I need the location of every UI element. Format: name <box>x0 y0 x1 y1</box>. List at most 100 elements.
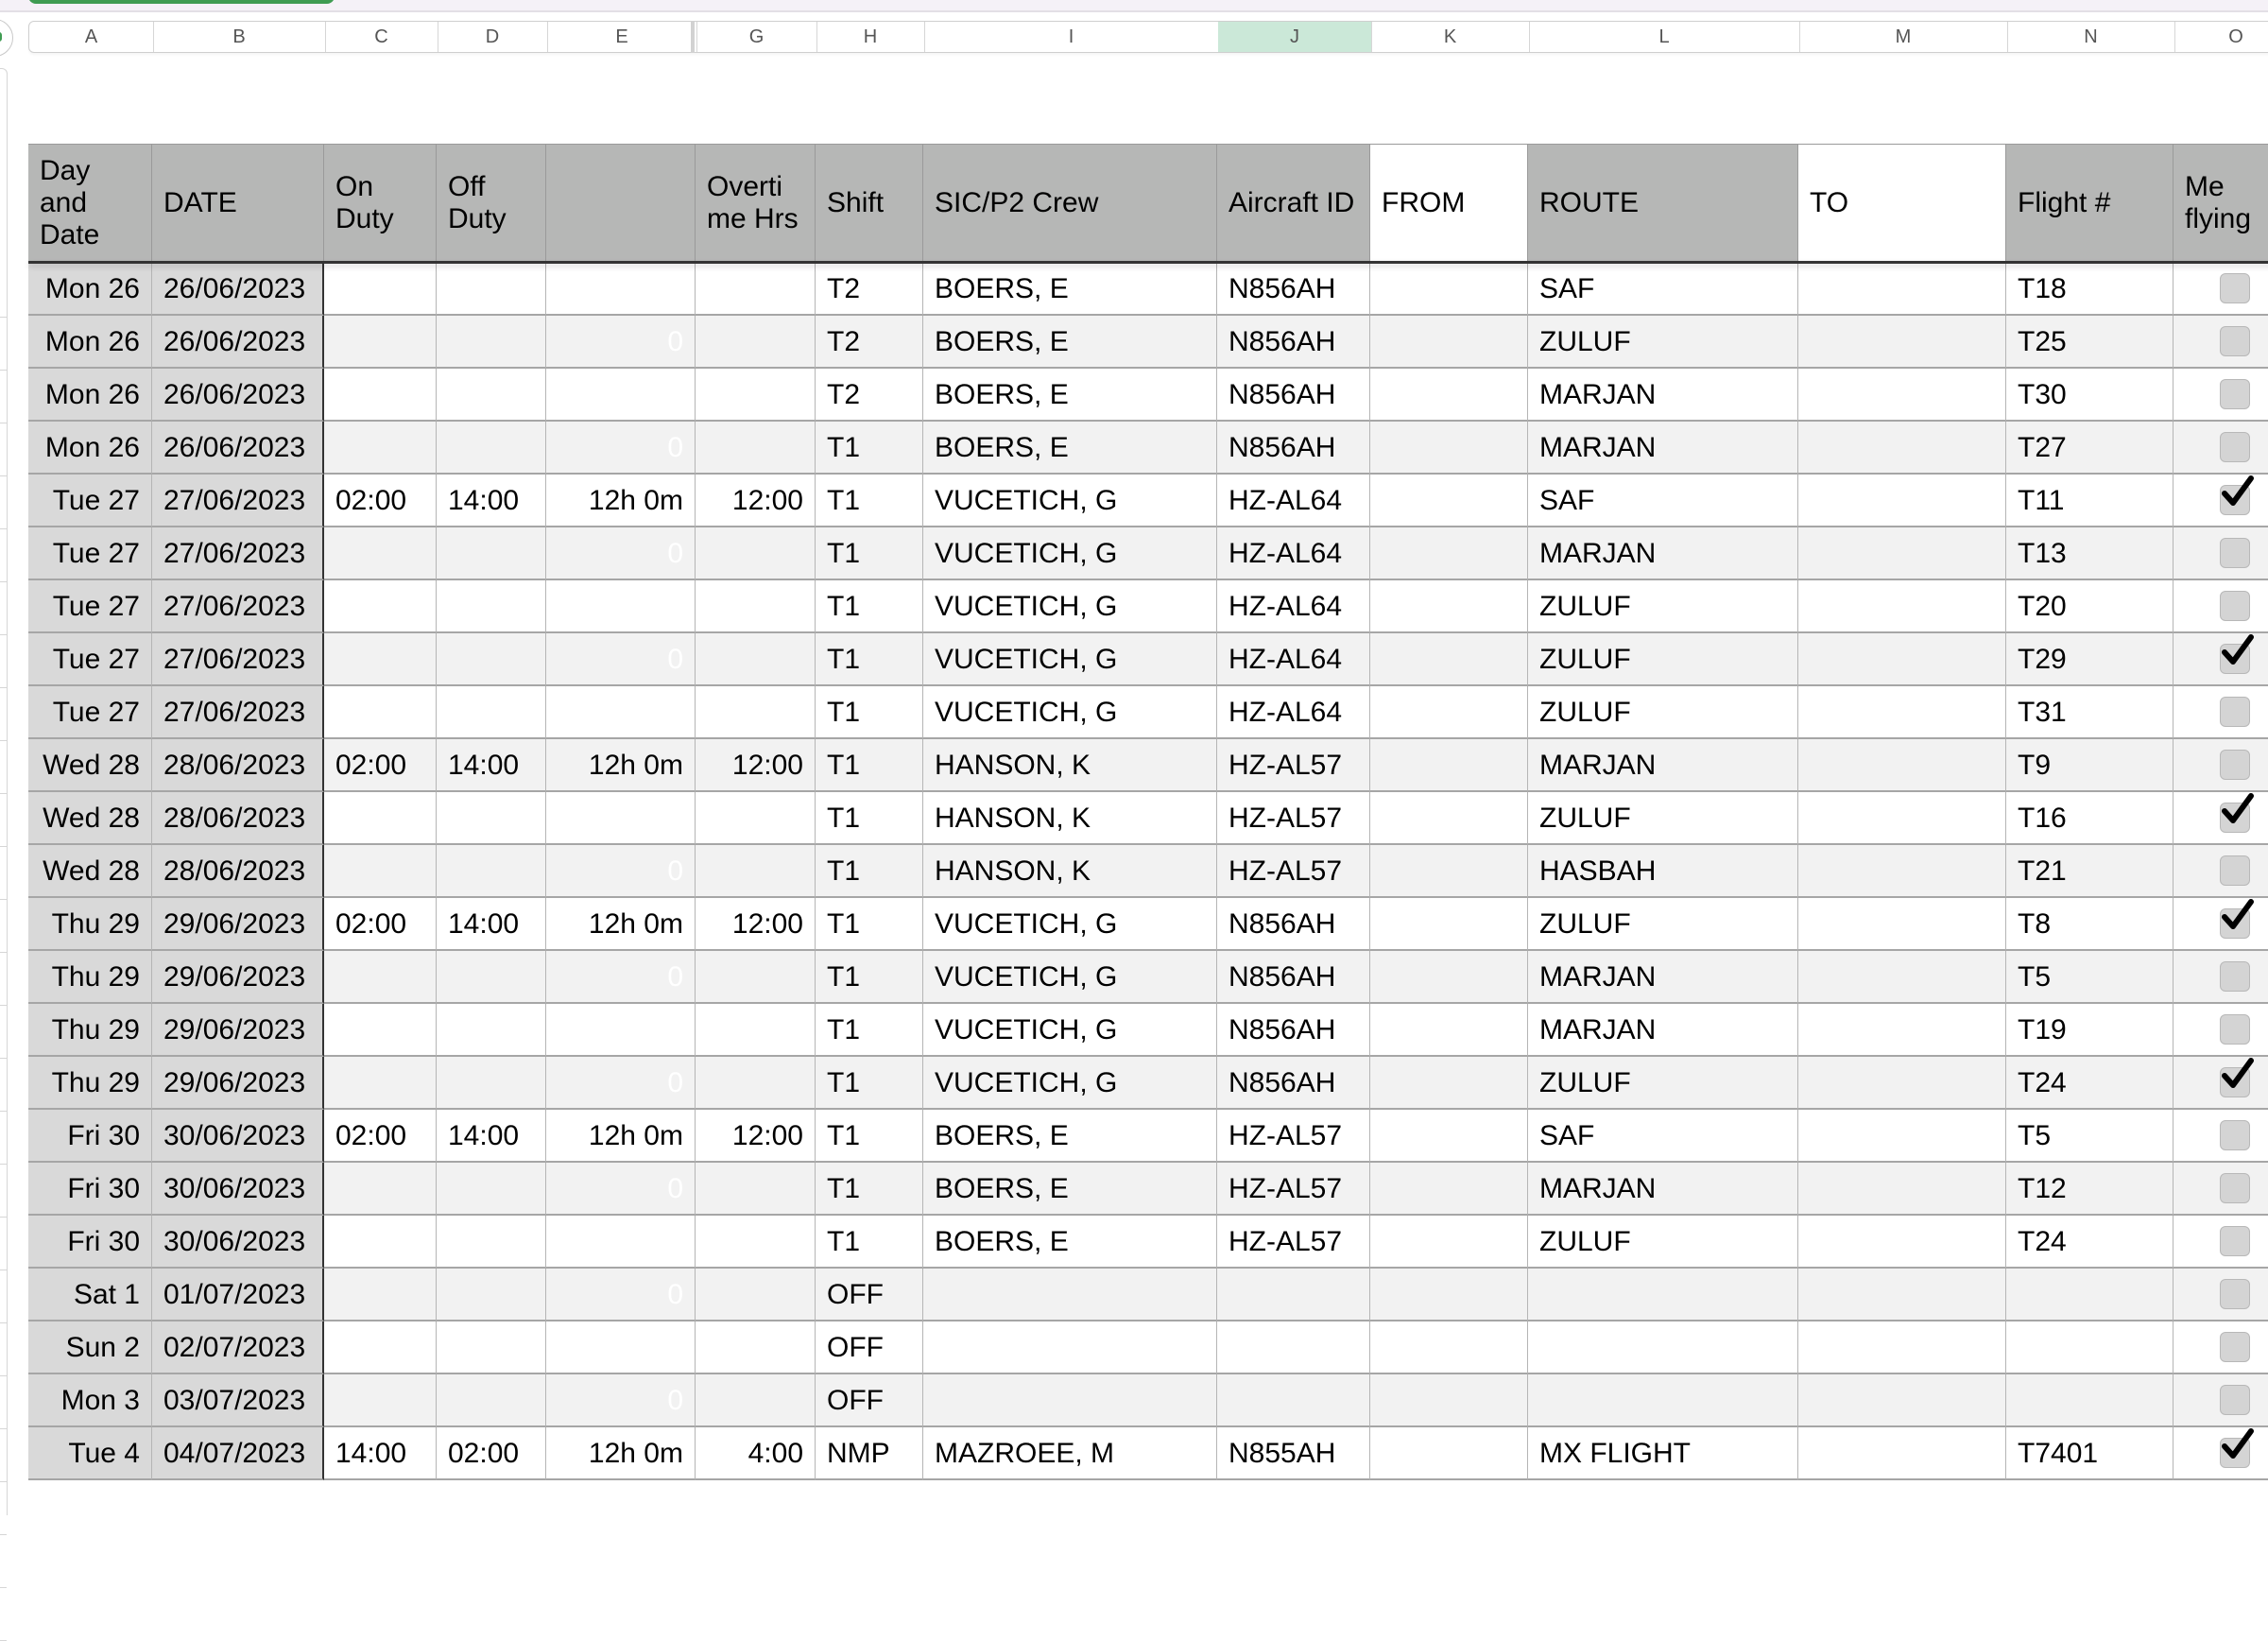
cell-off[interactable]: 14:00 <box>437 898 546 951</box>
cell-shift[interactable]: T1 <box>816 898 923 951</box>
header-h[interactable]: Shift <box>816 144 923 261</box>
cell-me-flying[interactable] <box>2174 475 2268 527</box>
header-b[interactable]: DATE <box>152 144 324 261</box>
cell-me-flying[interactable] <box>2174 369 2268 422</box>
cell-shift[interactable]: T1 <box>816 1004 923 1057</box>
cell-off[interactable] <box>437 633 546 686</box>
cell-route[interactable]: ZULUF <box>1528 792 1798 845</box>
cell-shift[interactable]: T1 <box>816 1057 923 1110</box>
active-sheet-tab[interactable] <box>28 0 335 4</box>
cell-aircraft[interactable]: N856AH <box>1217 1004 1370 1057</box>
cell-on[interactable] <box>324 316 437 369</box>
cell-aircraft[interactable]: N855AH <box>1217 1427 1370 1480</box>
me-flying-checkbox[interactable] <box>2219 634 2254 674</box>
cell-off[interactable] <box>437 316 546 369</box>
column-letter-d[interactable]: D <box>438 22 548 52</box>
me-flying-checkbox[interactable] <box>2219 697 2250 727</box>
cell-me-flying[interactable] <box>2174 1216 2268 1269</box>
cell-to[interactable] <box>1798 1163 2006 1216</box>
cell-ot[interactable] <box>696 527 816 580</box>
cell-flight[interactable] <box>2006 1321 2174 1374</box>
cell-dur[interactable] <box>546 792 696 845</box>
me-flying-checkbox[interactable] <box>2219 1226 2250 1256</box>
cell-aircraft[interactable]: HZ-AL57 <box>1217 1163 1370 1216</box>
cell-aircraft[interactable]: N856AH <box>1217 951 1370 1004</box>
cell-route[interactable]: MARJAN <box>1528 1004 1798 1057</box>
header-j[interactable]: Aircraft ID <box>1217 144 1370 261</box>
cell-off[interactable] <box>437 1216 546 1269</box>
freeze-line[interactable] <box>28 261 2268 264</box>
cell-ot[interactable] <box>696 633 816 686</box>
cell-shift[interactable]: T1 <box>816 633 923 686</box>
cell-dur[interactable] <box>546 580 696 633</box>
cell-day[interactable]: Mon 26 <box>28 422 152 475</box>
cell-flight[interactable] <box>2006 1374 2174 1427</box>
cell-day[interactable]: Tue 27 <box>28 686 152 739</box>
cell-to[interactable] <box>1798 1269 2006 1321</box>
cell-to[interactable] <box>1798 527 2006 580</box>
cell-aircraft[interactable] <box>1217 1374 1370 1427</box>
cell-aircraft[interactable]: N856AH <box>1217 1057 1370 1110</box>
cell-dur[interactable]: 0 <box>546 845 696 898</box>
cell-me-flying[interactable] <box>2174 633 2268 686</box>
cell-on[interactable] <box>324 951 437 1004</box>
cell-day[interactable]: Sat 1 <box>28 1269 152 1321</box>
cell-aircraft[interactable]: HZ-AL57 <box>1217 792 1370 845</box>
cell-on[interactable] <box>324 1057 437 1110</box>
cell-date[interactable]: 30/06/2023 <box>152 1163 324 1216</box>
cell-off[interactable] <box>437 845 546 898</box>
me-flying-checkbox[interactable] <box>2219 1279 2250 1309</box>
cell-aircraft[interactable]: N856AH <box>1217 316 1370 369</box>
cell-route[interactable]: HASBAH <box>1528 845 1798 898</box>
cell-off[interactable] <box>437 422 546 475</box>
cell-crew[interactable] <box>923 1321 1217 1374</box>
cell-ot[interactable]: 12:00 <box>696 1110 816 1163</box>
cell-on[interactable] <box>324 1163 437 1216</box>
cell-off[interactable] <box>437 1163 546 1216</box>
cell-off[interactable] <box>437 263 546 316</box>
cell-dur[interactable]: 12h 0m <box>546 475 696 527</box>
cell-aircraft[interactable]: HZ-AL57 <box>1217 1110 1370 1163</box>
cell-me-flying[interactable] <box>2174 1374 2268 1427</box>
cell-from[interactable] <box>1370 845 1528 898</box>
cell-ot[interactable] <box>696 1057 816 1110</box>
cell-on[interactable] <box>324 369 437 422</box>
cell-day[interactable]: Mon 26 <box>28 369 152 422</box>
cell-crew[interactable]: BOERS, E <box>923 1163 1217 1216</box>
cell-date[interactable]: 27/06/2023 <box>152 686 324 739</box>
cell-crew[interactable]: VUCETICH, G <box>923 475 1217 527</box>
cell-on[interactable]: 02:00 <box>324 475 437 527</box>
cell-me-flying[interactable] <box>2174 527 2268 580</box>
cell-day[interactable]: Tue 27 <box>28 475 152 527</box>
cell-me-flying[interactable] <box>2174 1427 2268 1480</box>
cell-crew[interactable]: BOERS, E <box>923 316 1217 369</box>
me-flying-checkbox[interactable] <box>2219 1385 2250 1415</box>
cell-crew[interactable]: BOERS, E <box>923 422 1217 475</box>
cell-day[interactable]: Tue 4 <box>28 1427 152 1480</box>
cell-flight[interactable]: T29 <box>2006 633 2174 686</box>
cell-flight[interactable]: T5 <box>2006 951 2174 1004</box>
cell-ot[interactable] <box>696 686 816 739</box>
header-g[interactable]: Overti me Hrs <box>696 144 816 261</box>
cell-dur[interactable]: 0 <box>546 422 696 475</box>
cell-day[interactable]: Tue 27 <box>28 527 152 580</box>
cell-crew[interactable]: BOERS, E <box>923 369 1217 422</box>
me-flying-checkbox[interactable] <box>2219 432 2250 462</box>
me-flying-checkbox[interactable] <box>2219 538 2250 568</box>
cell-me-flying[interactable] <box>2174 1110 2268 1163</box>
cell-shift[interactable]: T1 <box>816 580 923 633</box>
cell-aircraft[interactable]: N856AH <box>1217 898 1370 951</box>
cell-dur[interactable]: 12h 0m <box>546 1427 696 1480</box>
cell-on[interactable] <box>324 1321 437 1374</box>
cell-from[interactable] <box>1370 898 1528 951</box>
cell-day[interactable]: Sun 2 <box>28 1321 152 1374</box>
cell-to[interactable] <box>1798 422 2006 475</box>
cell-shift[interactable]: OFF <box>816 1321 923 1374</box>
cell-aircraft[interactable]: HZ-AL64 <box>1217 580 1370 633</box>
cell-flight[interactable]: T8 <box>2006 898 2174 951</box>
cell-ot[interactable]: 12:00 <box>696 739 816 792</box>
cell-to[interactable] <box>1798 369 2006 422</box>
header-i[interactable]: SIC/P2 Crew <box>923 144 1217 261</box>
cell-from[interactable] <box>1370 263 1528 316</box>
cell-dur[interactable]: 0 <box>546 527 696 580</box>
